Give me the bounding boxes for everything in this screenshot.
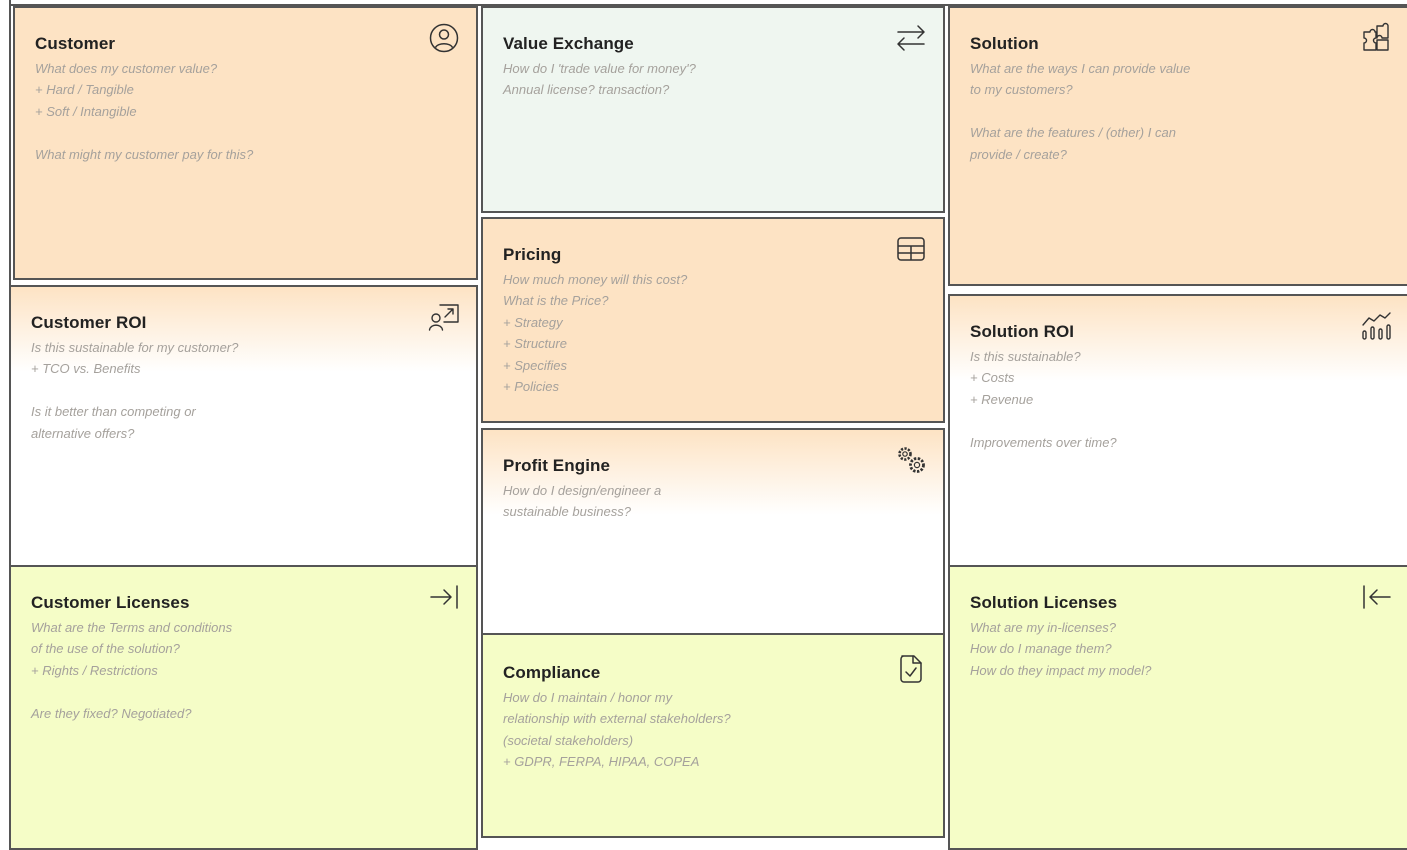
- prompt-line: Is it better than competing or: [31, 404, 196, 420]
- prompt-line: What are the features / (other) I can: [970, 125, 1176, 141]
- gears-icon: [895, 444, 927, 476]
- prompt-line: What might my customer pay for this?: [35, 146, 254, 162]
- prompt-line: (societal stakeholders): [503, 732, 634, 748]
- pricing-card[interactable]: Pricing How much money will this cost? W…: [481, 217, 945, 423]
- customer-licenses-title: Customer Licenses: [31, 593, 190, 612]
- prompt-line: to my customers?: [970, 82, 1073, 98]
- customer-prompts: What does my customer value? + Hard / Ta…: [35, 58, 456, 165]
- arrows-exchange-icon: [895, 22, 927, 54]
- prompt-line: What are the ways I can provide value: [970, 61, 1191, 76]
- prompt-line: What are the Terms and conditions: [31, 620, 233, 635]
- prompt-line: [970, 410, 1388, 431]
- customer-roi-title: Customer ROI: [31, 313, 147, 332]
- arrow-right-bar-icon: [428, 581, 460, 613]
- customer-licenses-card[interactable]: Customer Licenses What are the Terms and…: [9, 565, 478, 850]
- compliance-card[interactable]: Compliance How do I maintain / honor my …: [481, 633, 945, 838]
- compliance-prompts: How do I maintain / honor my relationshi…: [503, 687, 923, 773]
- prompt-line: Are they fixed? Negotiated?: [31, 705, 192, 721]
- pricing-title: Pricing: [503, 245, 562, 264]
- profit-engine-title: Profit Engine: [503, 456, 611, 475]
- prompt-line: + Rights / Restrictions: [31, 662, 158, 678]
- prompt-line: [970, 101, 1388, 122]
- customer-roi-prompts: Is this sustainable for my customer? + T…: [31, 337, 456, 444]
- chart-trend-icon: [1360, 310, 1392, 342]
- prompt-line: + Strategy: [503, 314, 563, 330]
- prompt-line: + Specifies: [503, 357, 567, 373]
- prompt-line: of the use of the solution?: [31, 641, 180, 657]
- solution-roi-title: Solution ROI: [970, 322, 1075, 341]
- pricing-prompts: How much money will this cost? What is t…: [503, 269, 923, 397]
- prompt-line: + TCO vs. Benefits: [31, 361, 141, 377]
- prompt-line: + Costs: [970, 370, 1015, 386]
- prompt-line: + GDPR, FERPA, HIPAA, COPEA: [503, 754, 700, 770]
- solution-licenses-prompts: What are my in-licenses? How do I manage…: [970, 617, 1388, 681]
- prompt-line: [35, 122, 456, 143]
- solution-licenses-title: Solution Licenses: [970, 593, 1118, 612]
- customer-licenses-prompts: What are the Terms and conditions of the…: [31, 617, 456, 724]
- solution-card[interactable]: Solution What are the ways I can provide…: [948, 6, 1407, 286]
- prompt-line: How do they impact my model?: [970, 662, 1152, 678]
- prompt-line: + Policies: [503, 379, 559, 395]
- prompt-line: Improvements over time?: [970, 434, 1117, 450]
- prompt-line: sustainable business?: [503, 504, 631, 520]
- solution-roi-prompts: Is this sustainable? + Costs + Revenue I…: [970, 346, 1388, 453]
- prompt-line: provide / create?: [970, 146, 1067, 162]
- compliance-title: Compliance: [503, 663, 601, 682]
- solution-prompts: What are the ways I can provide value to…: [970, 58, 1388, 165]
- profit-engine-prompts: How do I design/engineer a sustainable b…: [503, 480, 923, 523]
- user-circle-icon: [428, 22, 460, 54]
- prompt-line: alternative offers?: [31, 425, 135, 441]
- prompt-line: [31, 380, 456, 401]
- customer-card[interactable]: Customer What does my customer value? + …: [13, 6, 478, 280]
- solution-licenses-card[interactable]: Solution Licenses What are my in-license…: [948, 565, 1407, 850]
- prompt-line: How much money will this cost?: [503, 272, 688, 287]
- solution-title: Solution: [970, 34, 1039, 53]
- prompt-line: + Hard / Tangible: [35, 82, 134, 98]
- prompt-line: How do I maintain / honor my: [503, 690, 673, 705]
- value-exchange-title: Value Exchange: [503, 34, 634, 53]
- prompt-line: + Revenue: [970, 391, 1034, 407]
- user-trend-icon: [428, 301, 460, 333]
- solution-roi-card[interactable]: Solution ROI Is this sustainable? + Cost…: [948, 294, 1407, 566]
- prompt-line: + Structure: [503, 336, 567, 352]
- prompt-line: Annual license? transaction?: [503, 82, 670, 98]
- file-check-icon: [895, 653, 927, 685]
- arrow-left-bar-icon: [1360, 581, 1392, 613]
- table-icon: [895, 233, 927, 265]
- prompt-line: What are my in-licenses?: [970, 620, 1116, 635]
- profit-engine-card[interactable]: Profit Engine How do I design/engineer a…: [481, 428, 945, 634]
- prompt-line: How do I manage them?: [970, 641, 1112, 657]
- prompt-line: Is this sustainable for my customer?: [31, 340, 239, 355]
- customer-roi-card[interactable]: Customer ROI Is this sustainable for my …: [9, 285, 478, 566]
- prompt-line: How do I design/engineer a: [503, 483, 662, 498]
- value-exchange-card[interactable]: Value Exchange How do I 'trade value for…: [481, 6, 945, 213]
- prompt-line: What is the Price?: [503, 293, 609, 309]
- puzzle-icon: [1360, 22, 1392, 54]
- prompt-line: What does my customer value?: [35, 61, 218, 76]
- value-exchange-prompts: How do I 'trade value for money'? Annual…: [503, 58, 923, 101]
- prompt-line: relationship with external stakeholders?: [503, 711, 731, 727]
- customer-title: Customer: [35, 34, 116, 53]
- prompt-line: [31, 681, 456, 702]
- prompt-line: + Soft / Intangible: [35, 103, 137, 119]
- prompt-line: Is this sustainable?: [970, 349, 1081, 364]
- prompt-line: How do I 'trade value for money'?: [503, 61, 696, 76]
